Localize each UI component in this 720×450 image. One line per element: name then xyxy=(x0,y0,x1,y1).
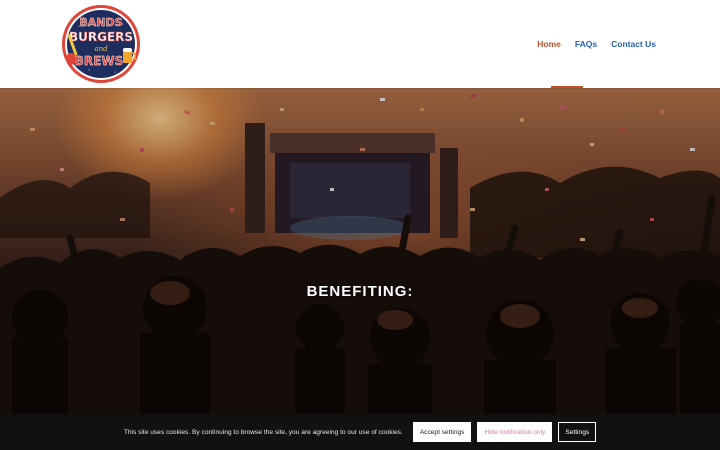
site-header: BANDS BURGERS and BREWS Home FAQs Contac… xyxy=(0,0,720,88)
logo-line2: BURGERS xyxy=(69,30,133,44)
nav-faqs-link[interactable]: FAQs xyxy=(575,38,597,50)
nav-active-indicator xyxy=(551,86,583,88)
logo-line1: BANDS xyxy=(79,16,122,29)
page: BANDS BURGERS and BREWS Home FAQs Contac… xyxy=(0,0,720,450)
logo-line3: and xyxy=(94,45,108,53)
cookie-message: This site uses cookies. By continuing to… xyxy=(123,428,403,436)
hero-title: BENEFITING: xyxy=(306,283,414,300)
hide-notification-button[interactable]: Hide notification only xyxy=(477,422,553,442)
nav-home-link[interactable]: Home xyxy=(537,38,561,50)
main-nav: Home FAQs Contact Us xyxy=(537,38,656,50)
concert-crowd-image xyxy=(0,88,720,450)
accept-settings-button[interactable]: Accept settings xyxy=(412,422,472,442)
bands-burgers-brews-logo[interactable]: BANDS BURGERS and BREWS xyxy=(59,4,143,84)
cookie-settings-button[interactable]: Settings xyxy=(558,422,597,442)
hero-section: BENEFITING: xyxy=(0,88,720,450)
logo-line4: BREWS xyxy=(75,54,123,68)
nav-contact-link[interactable]: Contact Us xyxy=(611,38,656,50)
cookie-notice-bar: This site uses cookies. By continuing to… xyxy=(0,414,720,450)
